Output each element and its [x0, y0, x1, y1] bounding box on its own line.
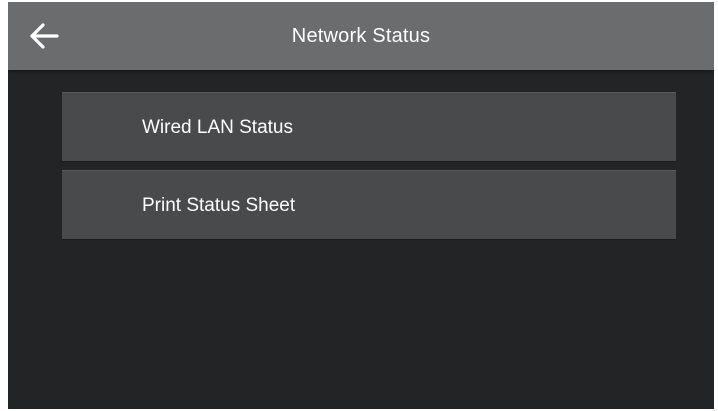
menu-item-wired-lan-status[interactable]: Wired LAN Status: [62, 92, 676, 162]
header-bar: Network Status: [8, 2, 714, 70]
page-title: Network Status: [291, 25, 431, 47]
menu-item-print-status-sheet[interactable]: Print Status Sheet: [62, 170, 676, 240]
menu-item-label: Print Status Sheet: [142, 195, 296, 216]
menu-list: Wired LAN Status Print Status Sheet: [62, 92, 676, 248]
screen: Network Status Wired LAN Status Print St…: [8, 2, 714, 409]
menu-item-label: Wired LAN Status: [142, 117, 293, 138]
